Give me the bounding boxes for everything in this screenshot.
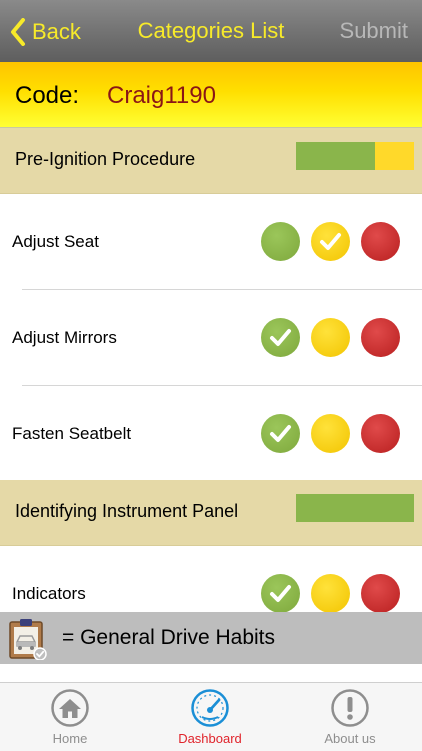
tab-about-us-label: About us	[324, 731, 376, 746]
rating-red-button[interactable]	[361, 414, 400, 453]
list-item-adjust-seat: Adjust Seat	[0, 194, 422, 290]
tab-dashboard[interactable]: Dashboard	[140, 683, 280, 751]
rating-green-button[interactable]	[261, 222, 300, 261]
submit-button[interactable]: Submit	[340, 18, 408, 44]
tab-bar: Home Dashboard About us	[0, 682, 422, 751]
rating-yellow-button[interactable]	[311, 318, 350, 357]
info-exclamation-icon	[331, 689, 369, 727]
list-item-fasten-seatbelt: Fasten Seatbelt	[0, 386, 422, 482]
code-value: Craig1190	[107, 82, 216, 109]
checkmark-icon	[270, 425, 291, 442]
rating-red-button[interactable]	[361, 574, 400, 613]
tab-home[interactable]: Home	[0, 683, 140, 751]
code-label: Code:	[15, 82, 80, 109]
code-bar: Code: Craig1190	[0, 62, 422, 128]
section-progress-bar	[296, 494, 414, 522]
speedometer-icon	[191, 689, 229, 727]
checkmark-icon	[270, 585, 291, 602]
checkmark-icon	[270, 329, 291, 346]
section-header-pre-ignition[interactable]: Pre-Ignition Procedure	[0, 128, 422, 194]
item-label: Adjust Mirrors	[12, 328, 117, 347]
tab-home-label: Home	[52, 731, 88, 746]
item-label: Adjust Seat	[12, 232, 99, 251]
rating-yellow-button[interactable]	[311, 414, 350, 453]
rating-red-button[interactable]	[361, 318, 400, 357]
rating-green-button[interactable]	[261, 414, 300, 453]
navigation-bar: Back Categories List Submit	[0, 0, 422, 62]
rating-green-button[interactable]	[261, 318, 300, 357]
section-header-instrument-panel[interactable]: Identifying Instrument Panel	[0, 480, 422, 546]
section-title: Pre-Ignition Procedure	[15, 149, 196, 169]
general-drive-habits-label: = General Drive Habits	[62, 626, 276, 649]
general-drive-habits-bar[interactable]: = General Drive Habits	[0, 612, 422, 664]
progress-green-fill	[296, 142, 376, 170]
item-label: Indicators	[12, 584, 86, 603]
progress-green-fill	[296, 494, 414, 522]
list-item-adjust-mirrors: Adjust Mirrors	[0, 290, 422, 386]
rating-red-button[interactable]	[361, 222, 400, 261]
clipboard-car-icon	[9, 619, 47, 660]
rating-yellow-button[interactable]	[311, 574, 350, 613]
checkmark-icon	[320, 233, 341, 250]
home-icon	[51, 689, 89, 727]
progress-yellow-fill	[375, 142, 414, 170]
rating-yellow-button[interactable]	[311, 222, 350, 261]
section-progress-bar	[296, 142, 414, 170]
tab-dashboard-label: Dashboard	[178, 731, 242, 746]
section-title: Identifying Instrument Panel	[15, 501, 239, 521]
tab-about-us[interactable]: About us	[280, 683, 420, 751]
rating-green-button[interactable]	[261, 574, 300, 613]
item-label: Fasten Seatbelt	[12, 424, 132, 443]
